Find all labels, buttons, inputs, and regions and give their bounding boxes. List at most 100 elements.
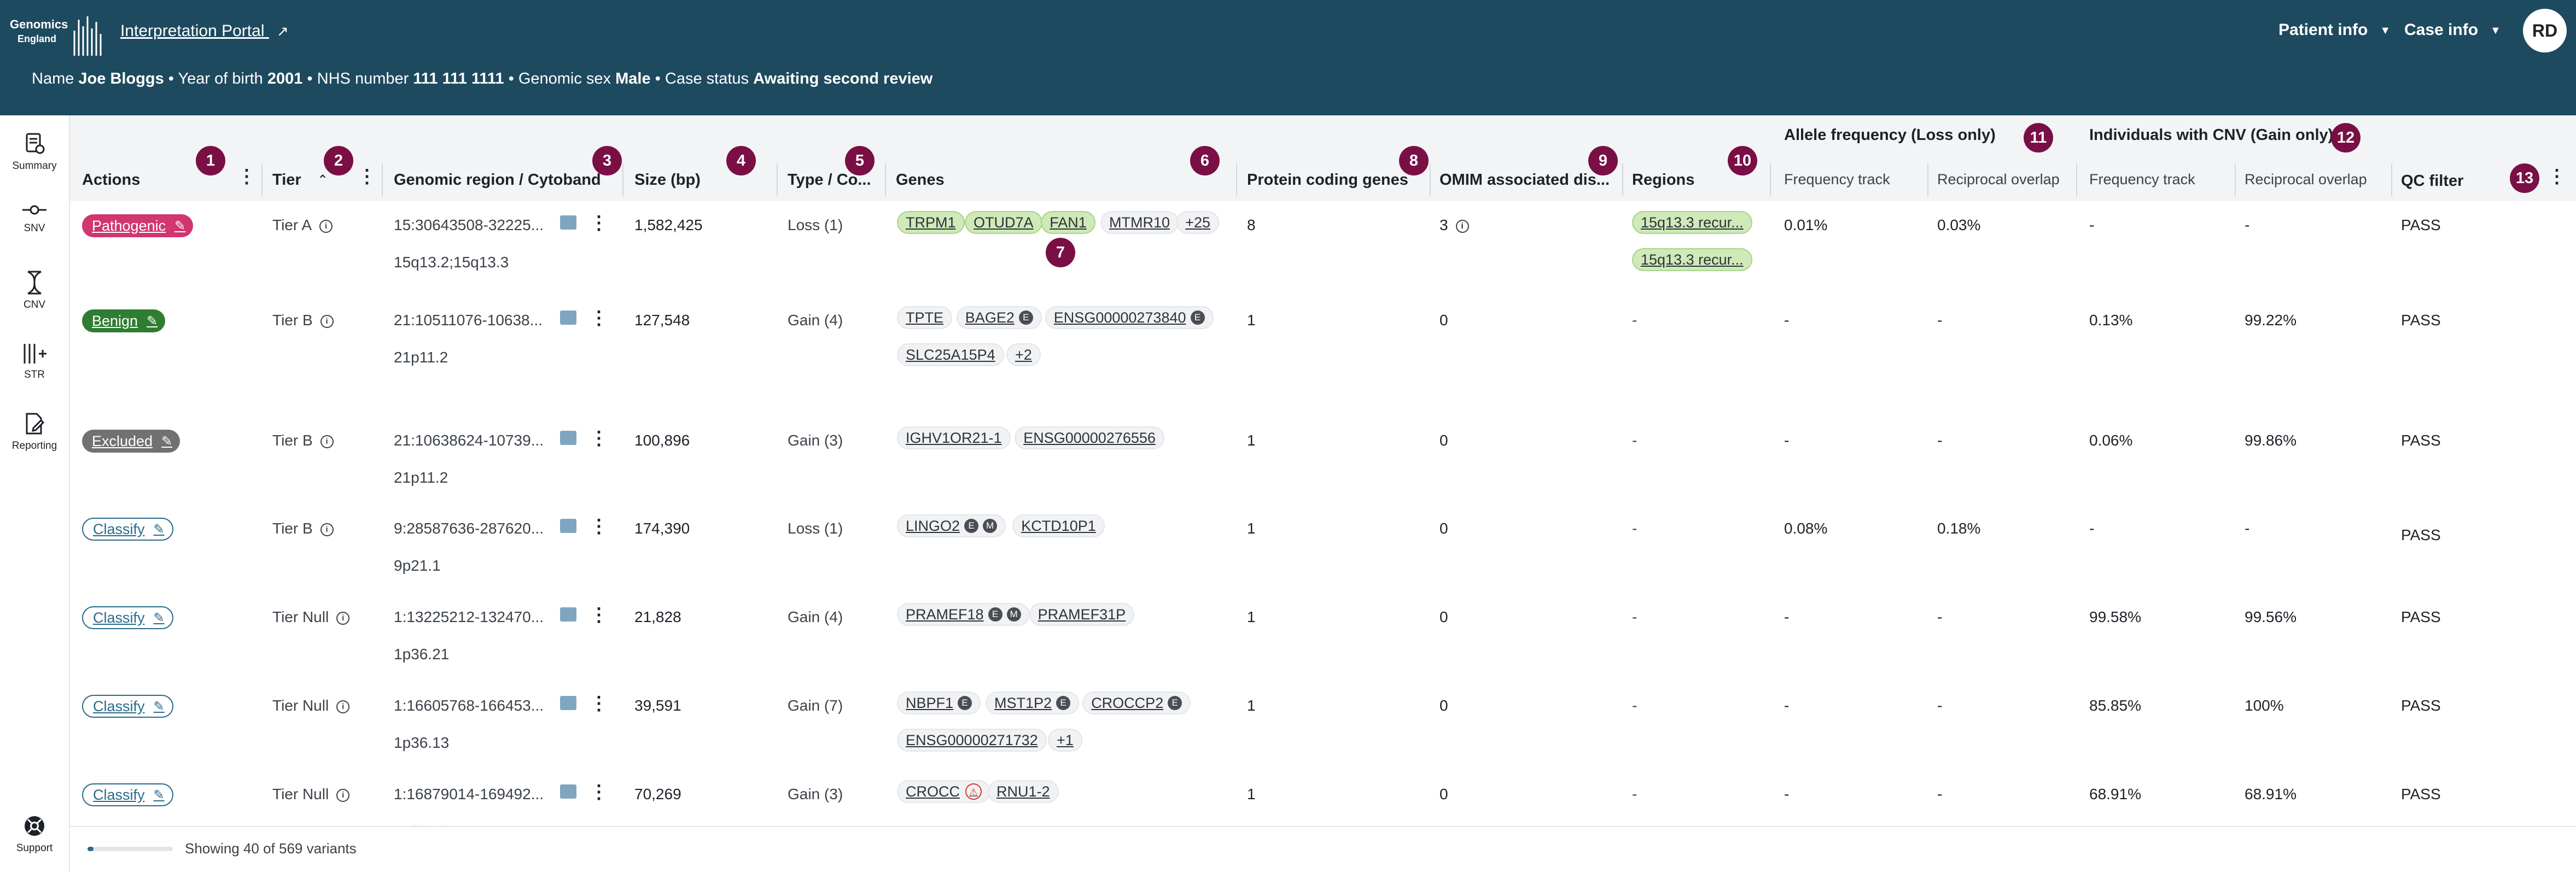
classification-button-benign[interactable]: Benign ✎ [82,309,166,332]
gene-name: ENSG00000276556 [1023,429,1156,446]
info-icon[interactable]: i [336,611,350,625]
genomic-region-cell[interactable]: 1:13225212-132470... [394,608,544,626]
column-header-allele-frequency-track[interactable]: Frequency track [1784,171,1890,188]
table-row[interactable]: Benign ✎ Tier B i 21:10511076-10638... ⋮ 21p11… [70,296,2576,418]
table-row[interactable]: Excluded ✎ Tier B i 21:10638624-10739... ⋮ 21p… [70,417,2576,506]
genomic-region-cell[interactable]: 15:30643508-32225... [394,216,544,234]
region-menu-icon[interactable]: ⋮ [590,429,608,448]
column-header-actions[interactable]: Actions [82,171,140,189]
sidebar-item-cnv[interactable]: CNV [0,271,69,311]
gene-chip[interactable]: KCTD10P1 [1012,514,1105,537]
genome-browser-icon[interactable] [560,310,576,325]
table-row[interactable]: Classify ✎ Tier Null i 1:13225212-132470... ⋮… [70,593,2576,683]
gene-chip[interactable]: MTMR10 [1100,211,1179,234]
gene-chip[interactable]: +1 [1048,729,1082,752]
column-header-cnv-reciprocal-overlap[interactable]: Reciprocal overlap [2245,171,2367,188]
region-chip[interactable]: 15q13.3 recur... [1632,211,1752,234]
column-header-size[interactable]: Size (bp) [634,171,701,189]
classification-button-classify[interactable]: Classify ✎ [82,606,173,629]
region-menu-icon[interactable]: ⋮ [590,606,608,624]
gene-evidence-tag: E [1190,310,1205,325]
gene-evidence-tag: M [1006,607,1021,622]
region-menu-icon[interactable]: ⋮ [590,517,608,536]
gene-chip[interactable]: TRPM1 [897,211,965,234]
gene-chip[interactable]: TPTE [897,306,953,329]
gene-chip[interactable]: ENSG00000271732 [897,729,1047,752]
gene-chip[interactable]: SLC25A15P4 [897,343,1004,366]
actions-column-menu-icon[interactable]: ⋮ [237,167,256,186]
gene-chip[interactable]: PRAMEF31P [1029,603,1135,626]
column-header-genomic-region[interactable]: Genomic region / Cytoband [394,171,613,189]
gene-chip[interactable]: ENSG00000276556 [1015,426,1164,449]
gene-chip[interactable]: ENSG00000273840 E [1045,306,1214,329]
sidebar-item-summary[interactable]: Summary [0,132,69,172]
column-header-genes[interactable]: Genes [896,171,945,189]
gene-chip[interactable]: CROCC ⚠ [897,780,990,803]
classification-button-pathogenic[interactable]: Pathogenic ✎ [82,214,194,237]
info-icon[interactable]: i [336,700,350,713]
genome-browser-icon[interactable] [560,215,576,230]
genome-browser-icon[interactable] [560,431,576,445]
gene-chip[interactable]: +2 [1006,343,1041,366]
sort-ascending-icon[interactable]: ⌃ [317,172,328,188]
gene-chip[interactable]: +25 [1176,211,1219,234]
gene-chip[interactable]: MST1P2 E [986,692,1080,714]
genomic-region-cell[interactable]: 1:16605768-166453... [394,697,544,714]
sidebar-item-snv[interactable]: SNV [0,202,69,235]
gene-chip[interactable]: RNU1-2 [988,780,1059,803]
genome-browser-icon[interactable] [560,519,576,533]
genomic-region-cell[interactable]: 9:28587636-287620... [394,520,544,537]
sidebar-item-support[interactable]: Support [0,814,69,854]
column-header-qc-filter[interactable]: QC filter [2401,172,2463,190]
table-row[interactable]: Classify ✎ Tier B i 9:28587636-287620... ⋮ 9p2… [70,505,2576,594]
column-header-regions[interactable]: Regions [1632,171,1694,189]
info-icon[interactable]: i [320,314,334,328]
sidebar-item-str[interactable]: STR [0,343,69,381]
case-info-menu[interactable]: Case info ▼ [2404,21,2501,39]
genomic-region-cell[interactable]: 21:10511076-10638... [394,312,543,329]
genomic-region-cell[interactable]: 1:16879014-169492... [394,786,544,803]
gene-chip[interactable]: LINGO2 E M [897,514,1006,537]
column-header-omim[interactable]: OMIM associated dis... [1439,171,1625,189]
region-chip[interactable]: 15q13.3 recur... [1632,248,1752,271]
genome-browser-icon[interactable] [560,696,576,710]
column-header-allele-reciprocal-overlap[interactable]: Reciprocal overlap [1937,171,2060,188]
qc-column-menu-icon[interactable]: ⋮ [2548,167,2566,186]
info-icon[interactable]: i [1455,219,1469,233]
info-icon[interactable]: i [320,435,334,448]
case-status: Awaiting second review [753,70,933,87]
gene-chip[interactable]: FAN1 [1041,211,1095,234]
region-menu-icon[interactable]: ⋮ [590,783,608,801]
gene-chip[interactable]: PRAMEF18 E M [897,603,1030,626]
classification-button-classify[interactable]: Classify ✎ [82,518,173,541]
genome-browser-icon[interactable] [560,607,576,622]
genomic-region-cell[interactable]: 21:10638624-10739... [394,432,544,449]
tier-column-menu-icon[interactable]: ⋮ [358,167,376,186]
column-header-protein-coding[interactable]: Protein coding genes [1247,171,1408,189]
info-icon[interactable]: i [319,219,333,233]
column-header-cnv-frequency-track[interactable]: Frequency track [2089,171,2195,188]
table-row[interactable]: Pathogenic ✎ Tier A i 15:30643508-32225... ⋮ 1… [70,201,2576,297]
table-row[interactable]: Classify ✎ Tier Null i 1:16879014-169492... ⋮… [70,770,2576,826]
gene-chip[interactable]: IGHV1OR21-1 [897,426,1011,449]
gene-chip[interactable]: NBPF1 E [897,692,981,714]
classification-button-classify[interactable]: Classify ✎ [82,695,173,718]
info-icon[interactable]: i [320,523,334,536]
classification-button-excluded[interactable]: Excluded ✎ [82,430,180,453]
gene-chip[interactable]: BAGE2 E [956,306,1042,329]
genome-browser-icon[interactable] [560,784,576,799]
patient-info-menu[interactable]: Patient info ▼ [2278,21,2391,39]
table-row[interactable]: Classify ✎ Tier Null i 1:16605768-166453... ⋮… [70,682,2576,771]
region-menu-icon[interactable]: ⋮ [590,309,608,327]
region-menu-icon[interactable]: ⋮ [590,694,608,713]
user-avatar[interactable]: RD [2523,9,2567,52]
interpretation-portal-link[interactable]: Interpretation Portal ↗ [120,22,289,40]
column-header-type[interactable]: Type / Co... [788,171,881,189]
classification-button-classify[interactable]: Classify ✎ [82,783,173,806]
info-icon[interactable]: i [336,788,350,802]
column-header-tier[interactable]: Tier [272,171,301,189]
region-menu-icon[interactable]: ⋮ [590,214,608,232]
sidebar-item-reporting[interactable]: Reporting [0,412,69,452]
gene-chip[interactable]: CROCCP2 E [1082,692,1191,714]
gene-chip[interactable]: OTUD7A [965,211,1042,234]
